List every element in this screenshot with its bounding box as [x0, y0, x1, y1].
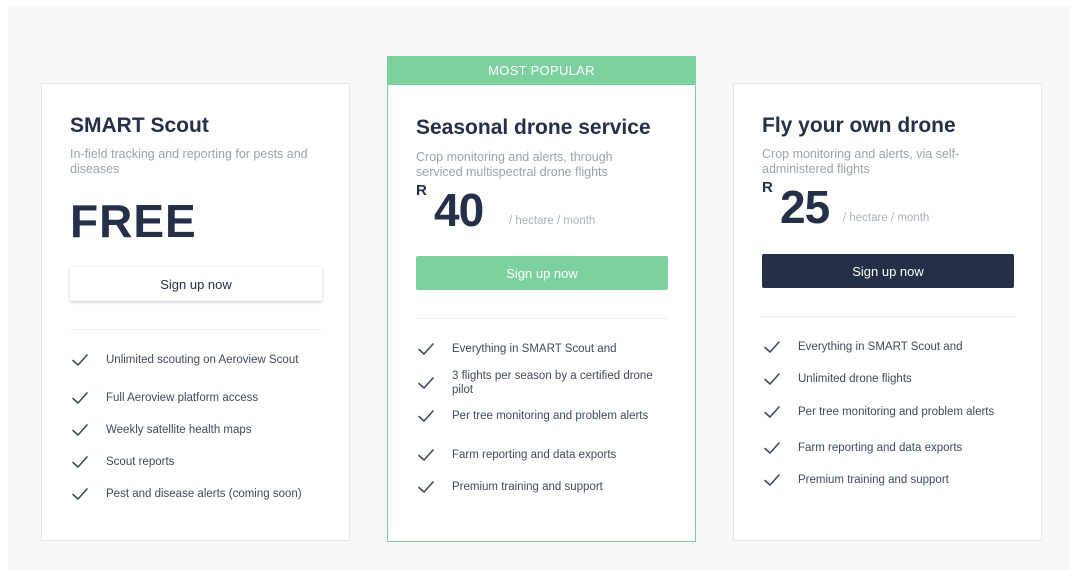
price-unit: / hectare / month: [843, 212, 930, 224]
feature-text: Per tree monitoring and problem alerts: [452, 410, 649, 422]
feature-text: Scout reports: [106, 456, 175, 468]
feature-item: Farm reporting and data exports: [762, 438, 1022, 458]
feature-item: Unlimited drone flights: [762, 369, 1022, 389]
feature-item: Full Aeroview platform access: [70, 388, 330, 408]
check-icon: [416, 406, 436, 426]
feature-item: Premium training and support: [762, 470, 1022, 490]
feature-text: Farm reporting and data exports: [798, 442, 963, 454]
feature-text: Pest and disease alerts (coming soon): [106, 488, 302, 500]
check-icon: [70, 350, 90, 370]
feature-text: 3 flights per season by a certified dron…: [452, 370, 653, 396]
sign-up-button[interactable]: Sign up now: [70, 267, 322, 301]
sign-up-button[interactable]: Sign up now: [416, 256, 668, 290]
check-icon: [762, 470, 782, 490]
check-icon: [762, 438, 782, 458]
check-icon: [762, 369, 782, 389]
divider: [416, 318, 668, 319]
feature-item: Unlimited scouting on Aeroview Scout: [70, 350, 330, 370]
check-icon: [762, 402, 782, 422]
feature-text: Farm reporting and data exports: [452, 449, 617, 461]
feature-item: 3 flights per season by a certified dron…: [416, 369, 676, 397]
feature-item: Everything in SMART Scout and: [416, 339, 676, 359]
feature-item: Pest and disease alerts (coming soon): [70, 484, 330, 504]
plan-card-fly-your-own: Fly your own drone Crop monitoring and a…: [733, 83, 1042, 541]
plan-price: FREE: [70, 195, 197, 247]
feature-text: Unlimited scouting on Aeroview Scout: [106, 354, 299, 366]
plan-description: Crop monitoring and alerts, through serv…: [416, 150, 613, 179]
plan-title: Fly your own drone: [762, 114, 956, 137]
plan-title: Seasonal drone service: [416, 116, 651, 139]
feature-text: Per tree monitoring and problem alerts: [798, 406, 995, 418]
currency-symbol: R: [762, 179, 773, 196]
feature-text: Full Aeroview platform access: [106, 392, 259, 404]
feature-text: Everything in SMART Scout and: [798, 341, 963, 353]
plan-card-smart-scout: SMART Scout In-field tracking and report…: [41, 83, 350, 541]
feature-item: Scout reports: [70, 452, 330, 472]
plan-description: Crop monitoring and alerts, via self-adm…: [762, 147, 960, 176]
price-unit: / hectare / month: [509, 215, 596, 227]
currency-symbol: R: [416, 182, 427, 199]
check-icon: [762, 337, 782, 357]
check-icon: [70, 420, 90, 440]
feature-item: Per tree monitoring and problem alerts: [416, 406, 676, 426]
check-icon: [70, 484, 90, 504]
plan-description: In-field tracking and reporting for pest…: [70, 147, 308, 176]
check-icon: [416, 373, 436, 393]
divider: [762, 316, 1014, 317]
sign-up-button[interactable]: Sign up now: [762, 254, 1014, 288]
plan-price: 25: [780, 181, 830, 233]
check-icon: [416, 477, 436, 497]
feature-text: Weekly satellite health maps: [106, 424, 252, 436]
feature-text: Unlimited drone flights: [798, 373, 912, 385]
check-icon: [70, 452, 90, 472]
feature-text: Premium training and support: [798, 474, 949, 486]
plan-card-seasonal-drone: Seasonal drone service Crop monitoring a…: [387, 84, 696, 542]
check-icon: [416, 445, 436, 465]
feature-text: Everything in SMART Scout and: [452, 343, 617, 355]
feature-item: Per tree monitoring and problem alerts: [762, 402, 1022, 422]
check-icon: [70, 388, 90, 408]
check-icon: [416, 339, 436, 359]
most-popular-badge: MOST POPULAR: [387, 56, 696, 85]
feature-text: Premium training and support: [452, 481, 603, 493]
feature-item: Premium training and support: [416, 477, 676, 497]
plan-price: 40: [434, 184, 484, 236]
plan-title: SMART Scout: [70, 114, 209, 137]
divider: [70, 329, 322, 330]
feature-item: Weekly satellite health maps: [70, 420, 330, 440]
feature-item: Everything in SMART Scout and: [762, 337, 1022, 357]
feature-item: Farm reporting and data exports: [416, 445, 676, 465]
